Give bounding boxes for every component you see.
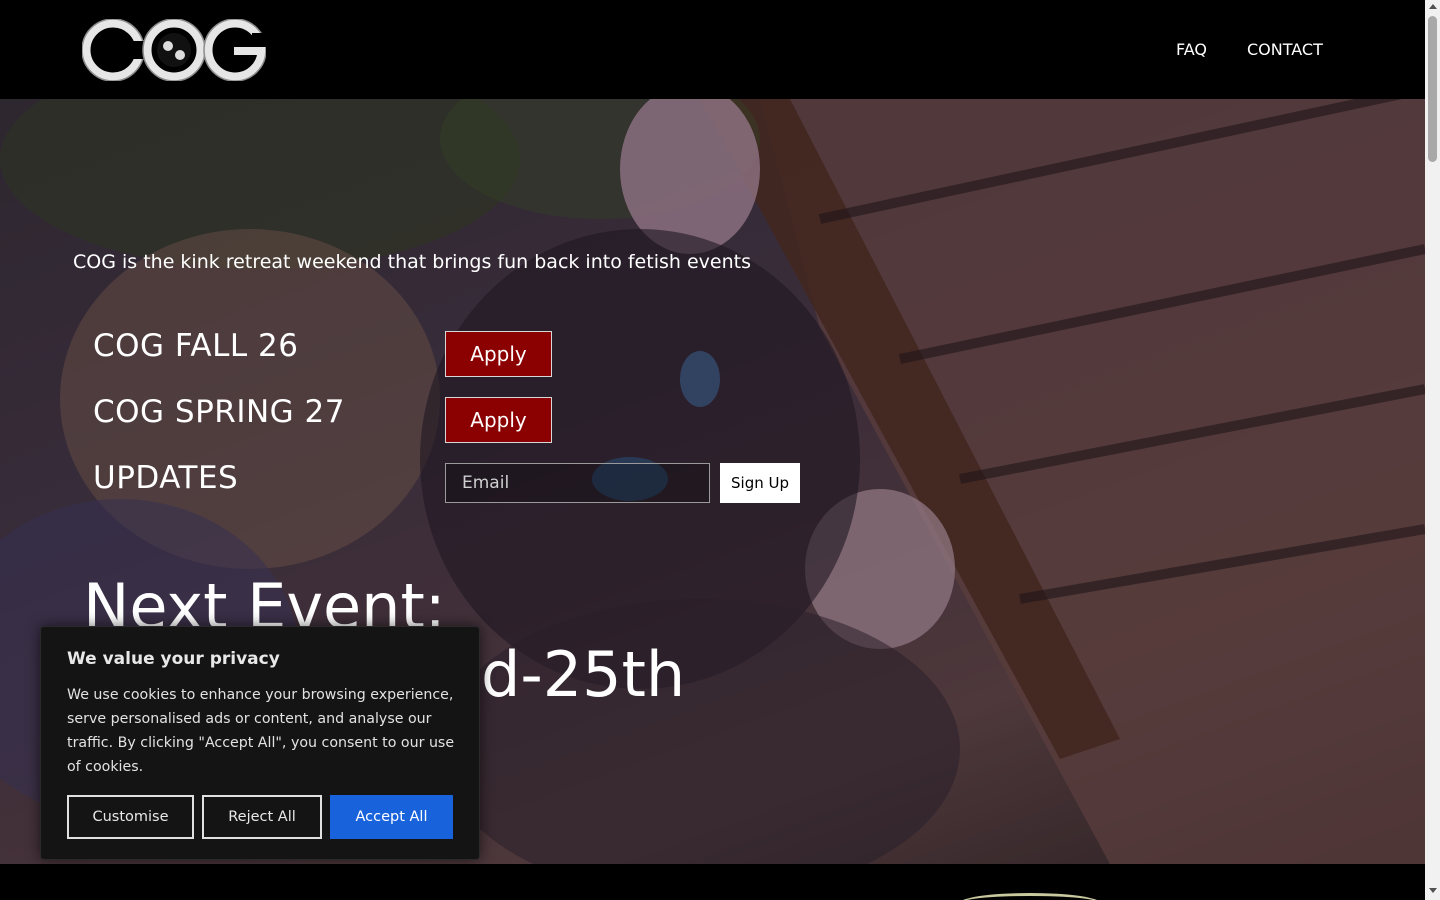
next-section <box>0 864 1425 900</box>
sign-up-button[interactable]: Sign Up <box>720 463 800 503</box>
cookie-title: We value your privacy <box>67 649 280 669</box>
nav-faq[interactable]: FAQ <box>1176 40 1207 59</box>
updates-label: UPDATES <box>93 460 239 496</box>
event-label-fall-26: COG FALL 26 <box>93 328 299 364</box>
email-field[interactable] <box>445 463 710 503</box>
event-label-spring-27: COG SPRING 27 <box>93 394 345 430</box>
apply-fall-26-button[interactable]: Apply <box>445 331 552 377</box>
cog-logo[interactable] <box>81 18 267 82</box>
nav-contact[interactable]: CONTACT <box>1247 40 1323 59</box>
cookie-description: We use cookies to enhance your browsing … <box>67 687 455 775</box>
scrollbar-thumb[interactable] <box>1428 16 1437 162</box>
reject-all-button[interactable]: Reject All <box>202 795 322 839</box>
customise-button[interactable]: Customise <box>67 795 194 839</box>
apply-spring-27-button[interactable]: Apply <box>445 397 552 443</box>
next-event-date: d-25th <box>481 638 686 711</box>
accept-all-button[interactable]: Accept All <box>330 795 453 839</box>
site-header: FAQ CONTACT <box>0 0 1425 99</box>
cog-logo-mark <box>81 18 267 82</box>
cookie-consent-banner: We value your privacy We use cookies to … <box>40 626 480 860</box>
scroll-up-arrow-icon[interactable] <box>1429 4 1437 9</box>
scroll-down-arrow-icon[interactable] <box>1429 888 1437 893</box>
page-scrollbar[interactable] <box>1425 0 1440 900</box>
tagline: COG is the kink retreat weekend that bri… <box>73 251 751 273</box>
